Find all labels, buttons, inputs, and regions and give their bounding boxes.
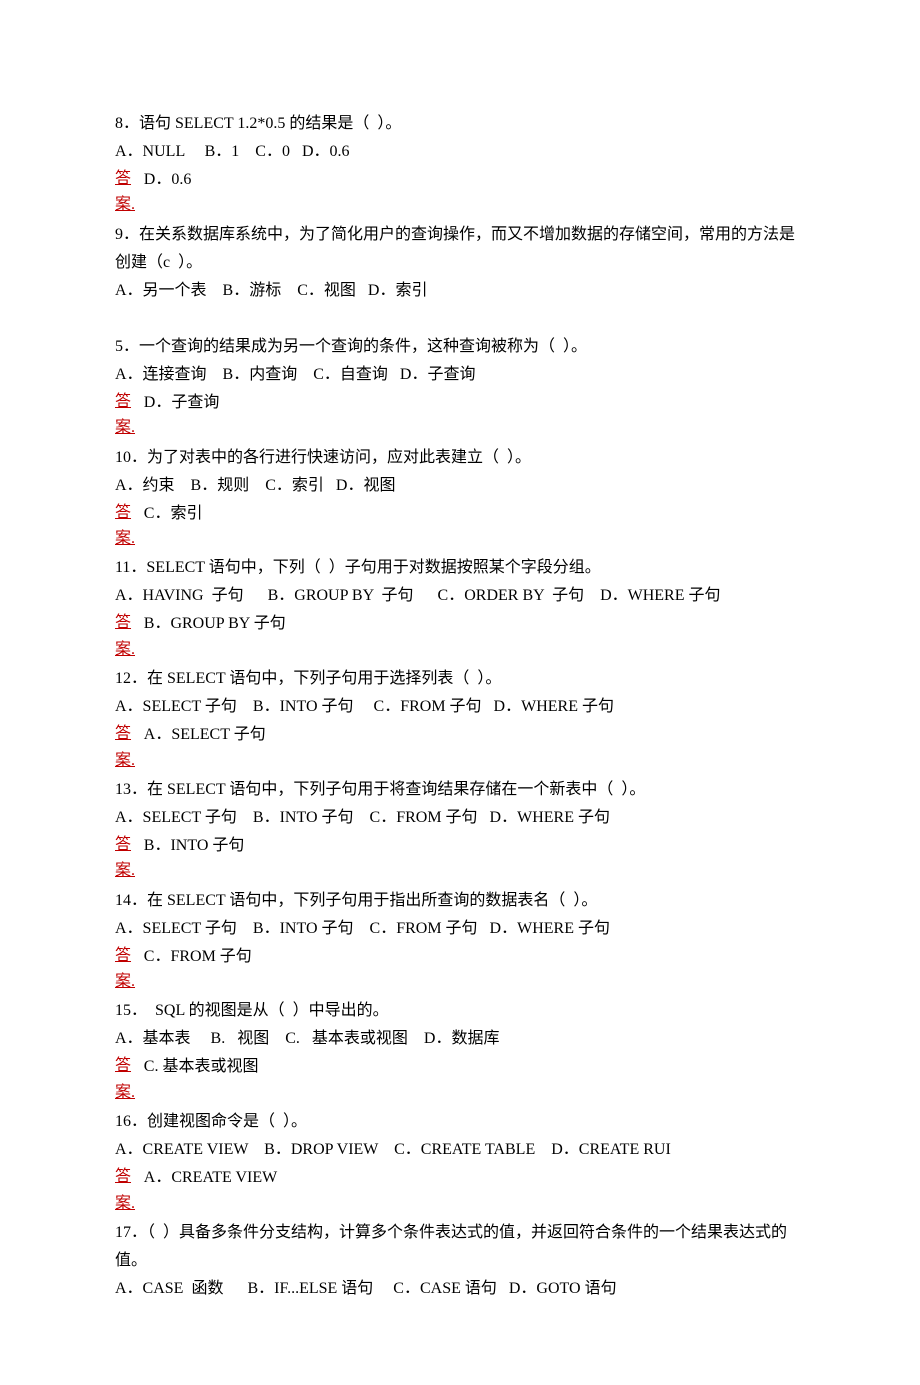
answer-label: 答案. (115, 610, 133, 663)
question-text: 15． SQL 的视图是从（ ）中导出的。 (115, 997, 805, 1025)
answer-row: 答案. C. 基本表或视图 (115, 1053, 805, 1106)
answer-label: 答案. (115, 1164, 133, 1217)
answer-value: C．索引 (133, 500, 203, 528)
answer-label: 答案. (115, 500, 133, 553)
question-options: A．CREATE VIEW B．DROP VIEW C．CREATE TABLE… (115, 1136, 805, 1164)
answer-label: 答案. (115, 721, 133, 774)
question-options: A．SELECT 子句 B．INTO 子句 C．FROM 子句 D．WHERE … (115, 804, 805, 832)
answer-label: 答案. (115, 832, 133, 885)
question-9: 9．在关系数据库系统中，为了简化用户的查询操作，而又不增加数据的存储空间，常用的… (115, 221, 805, 305)
question-14: 14．在 SELECT 语句中，下列子句用于指出所查询的数据表名（ ）。 A．S… (115, 887, 805, 996)
answer-value: D．0.6 (133, 166, 192, 194)
answer-row: 答案. A．SELECT 子句 (115, 721, 805, 774)
question-12: 12．在 SELECT 语句中，下列子句用于选择列表（ ）。 A．SELECT … (115, 665, 805, 774)
answer-row: 答案. D．子查询 (115, 389, 805, 442)
question-text: 11．SELECT 语句中，下列（ ）子句用于对数据按照某个字段分组。 (115, 554, 805, 582)
question-options: A．约束 B．规则 C．索引 D．视图 (115, 472, 805, 500)
answer-label: 答案. (115, 166, 133, 219)
spacing (115, 307, 805, 333)
answer-label: 答案. (115, 1053, 133, 1106)
question-options: A．CASE 函数 B．IF...ELSE 语句 C．CASE 语句 D．GOT… (115, 1275, 805, 1303)
answer-row: 答案. D．0.6 (115, 166, 805, 219)
question-text: 16．创建视图命令是（ ）。 (115, 1108, 805, 1136)
question-options: A．连接查询 B．内查询 C．自查询 D．子查询 (115, 361, 805, 389)
question-text: 17．（ ）具备多条件分支结构，计算多个条件表达式的值，并返回符合条件的一个结果… (115, 1219, 805, 1275)
answer-row: 答案. B．GROUP BY 子句 (115, 610, 805, 663)
answer-label: 答案. (115, 389, 133, 442)
answer-row: 答案. C．索引 (115, 500, 805, 553)
answer-value: B．INTO 子句 (133, 832, 245, 860)
question-text: 12．在 SELECT 语句中，下列子句用于选择列表（ ）。 (115, 665, 805, 693)
answer-value: D．子查询 (133, 389, 220, 417)
question-11: 11．SELECT 语句中，下列（ ）子句用于对数据按照某个字段分组。 A．HA… (115, 554, 805, 663)
answer-value: C．FROM 子句 (133, 943, 252, 971)
answer-row: 答案. A．CREATE VIEW (115, 1164, 805, 1217)
question-17: 17．（ ）具备多条件分支结构，计算多个条件表达式的值，并返回符合条件的一个结果… (115, 1219, 805, 1303)
question-options: A．SELECT 子句 B．INTO 子句 C．FROM 子句 D．WHERE … (115, 915, 805, 943)
question-5: 5．一个查询的结果成为另一个查询的条件，这种查询被称为（ ）。 A．连接查询 B… (115, 333, 805, 442)
question-text: 8．语句 SELECT 1.2*0.5 的结果是（ ）。 (115, 110, 805, 138)
question-text: 14．在 SELECT 语句中，下列子句用于指出所查询的数据表名（ ）。 (115, 887, 805, 915)
answer-value: A．CREATE VIEW (133, 1164, 278, 1192)
question-8: 8．语句 SELECT 1.2*0.5 的结果是（ ）。 A．NULL B．1 … (115, 110, 805, 219)
question-options: A．HAVING 子句 B．GROUP BY 子句 C．ORDER BY 子句 … (115, 582, 805, 610)
question-13: 13．在 SELECT 语句中，下列子句用于将查询结果存储在一个新表中（ ）。 … (115, 776, 805, 885)
question-text: 13．在 SELECT 语句中，下列子句用于将查询结果存储在一个新表中（ ）。 (115, 776, 805, 804)
question-options: A．SELECT 子句 B．INTO 子句 C．FROM 子句 D．WHERE … (115, 693, 805, 721)
answer-label: 答案. (115, 943, 133, 996)
question-16: 16．创建视图命令是（ ）。 A．CREATE VIEW B．DROP VIEW… (115, 1108, 805, 1217)
question-text: 10．为了对表中的各行进行快速访问，应对此表建立（ ）。 (115, 444, 805, 472)
answer-row: 答案. C．FROM 子句 (115, 943, 805, 996)
question-10: 10．为了对表中的各行进行快速访问，应对此表建立（ ）。 A．约束 B．规则 C… (115, 444, 805, 553)
question-15: 15． SQL 的视图是从（ ）中导出的。 A．基本表 B. 视图 C. 基本表… (115, 997, 805, 1106)
question-options: A．NULL B．1 C．0 D．0.6 (115, 138, 805, 166)
answer-value: B．GROUP BY 子句 (133, 610, 286, 638)
answer-value: C. 基本表或视图 (133, 1053, 259, 1081)
answer-value: A．SELECT 子句 (133, 721, 266, 749)
question-text: 9．在关系数据库系统中，为了简化用户的查询操作，而又不增加数据的存储空间，常用的… (115, 221, 805, 277)
question-text: 5．一个查询的结果成为另一个查询的条件，这种查询被称为（ ）。 (115, 333, 805, 361)
question-options: A．另一个表 B．游标 C．视图 D．索引 (115, 277, 805, 305)
question-options: A．基本表 B. 视图 C. 基本表或视图 D．数据库 (115, 1025, 805, 1053)
answer-row: 答案. B．INTO 子句 (115, 832, 805, 885)
